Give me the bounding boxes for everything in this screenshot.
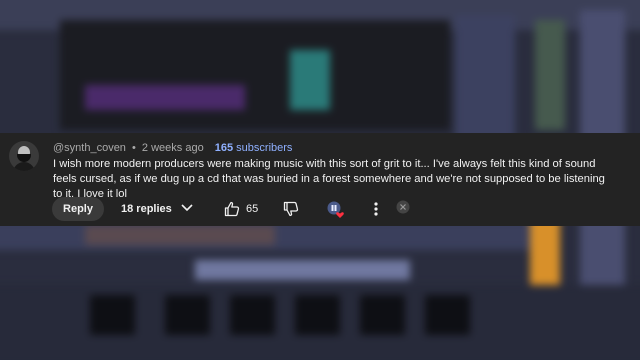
reply-button[interactable]: Reply [52,197,104,221]
thumbs-down-icon[interactable] [283,201,299,217]
chevron-down-icon [181,204,193,212]
comment-meta: @synth_coven • 2 weeks ago 165 subscribe… [53,142,292,154]
username[interactable]: @synth_coven [53,142,126,154]
more-options-icon[interactable] [372,201,380,217]
creator-heart-icon [327,201,345,219]
subscriber-count-badge: 165 subscribers [215,142,293,154]
view-replies-button[interactable]: 18 replies [121,197,193,221]
comment-text: I wish more modern producers were making… [53,158,605,200]
avatar[interactable] [9,141,39,171]
time-ago[interactable]: 2 weeks ago [142,142,204,154]
subscriber-label: subscribers [236,142,293,154]
replies-label: 18 replies [121,203,172,215]
like-count: 65 [246,203,259,215]
hide-icon[interactable] [396,200,410,214]
comment-card: @synth_coven • 2 weeks ago 165 subscribe… [0,133,640,226]
thumbs-up-icon[interactable] [224,201,240,217]
subscriber-count: 165 [214,142,234,154]
meta-separator: • [132,142,136,154]
